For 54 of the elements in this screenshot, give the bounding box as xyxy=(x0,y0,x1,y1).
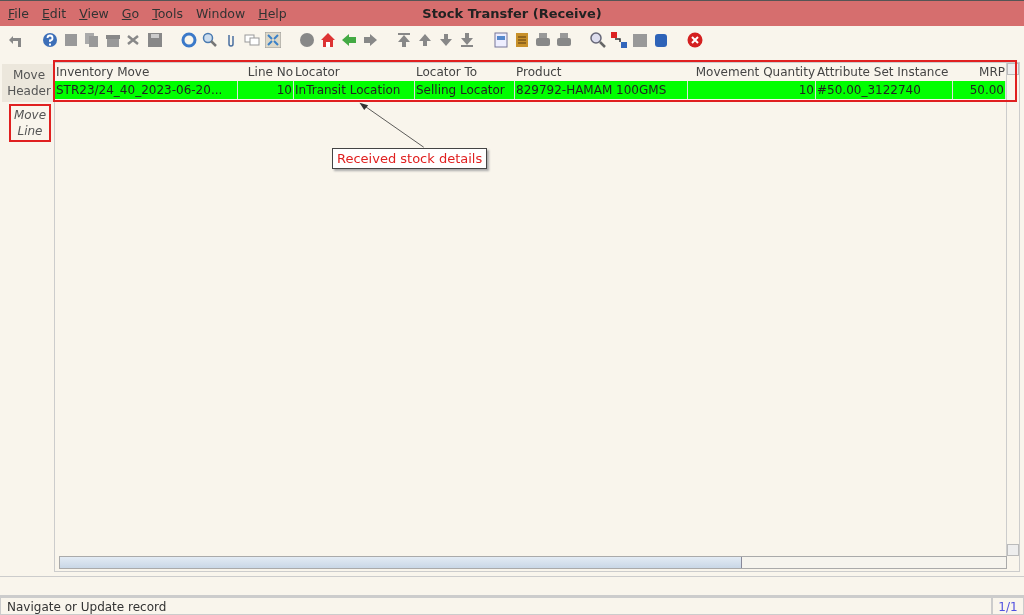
menu-item[interactable]: View xyxy=(79,6,109,21)
status-message: Navigate or Update record xyxy=(0,597,992,615)
square-icon[interactable] xyxy=(63,32,79,48)
right-arrow-icon[interactable] xyxy=(362,32,378,48)
table-cell: #50.00_3122740 xyxy=(816,81,953,99)
archive-icon[interactable] xyxy=(105,32,121,48)
record-counter: 1/1 xyxy=(992,597,1024,615)
menu-item[interactable]: Edit xyxy=(41,6,67,21)
expand-icon[interactable] xyxy=(265,32,281,48)
column-header[interactable]: Line No xyxy=(238,63,294,81)
column-header[interactable]: Product xyxy=(515,63,688,81)
first-record-icon[interactable] xyxy=(396,32,412,48)
horizontal-scrollbar[interactable] xyxy=(59,556,1007,569)
menu-item[interactable]: Help xyxy=(258,6,287,21)
table-cell: InTransit Location xyxy=(294,81,415,99)
ledger-icon[interactable] xyxy=(514,32,530,48)
window-title: Stock Transfer (Receive) xyxy=(422,6,602,21)
menu-item[interactable]: Go xyxy=(121,6,140,21)
zoom-icon[interactable] xyxy=(590,32,606,48)
left-arrow-icon[interactable] xyxy=(341,32,357,48)
table-cell: Selling Locator xyxy=(415,81,515,99)
vertical-scrollbar[interactable] xyxy=(1006,63,1019,556)
column-header[interactable]: Inventory Move xyxy=(55,63,238,81)
column-header[interactable]: Locator To xyxy=(415,63,515,81)
transfer-icon[interactable] xyxy=(611,32,627,48)
circle-icon[interactable] xyxy=(299,32,315,48)
up-arrow-icon[interactable] xyxy=(417,32,433,48)
table-cell: 829792-HAMAM 100GMS xyxy=(515,81,688,99)
menu-item[interactable]: Window xyxy=(195,6,246,21)
close-icon[interactable] xyxy=(687,32,703,48)
document-icon[interactable] xyxy=(493,32,509,48)
printer-icon[interactable] xyxy=(535,32,551,48)
table-cell: 10 xyxy=(238,81,294,99)
refresh-icon[interactable] xyxy=(181,32,197,48)
search-icon[interactable] xyxy=(202,32,218,48)
table-cell: 50.00 xyxy=(953,81,1006,99)
column-header[interactable]: Movement Quantity xyxy=(688,63,816,81)
menu-item[interactable]: Tools xyxy=(152,6,183,21)
table-cell: STR23/24_40_2023-06-20... xyxy=(55,81,238,99)
copy-icon[interactable] xyxy=(84,32,100,48)
table-cell: 10 xyxy=(688,81,816,99)
column-header[interactable]: Attribute Set Instance xyxy=(816,63,953,81)
callout-label: Received stock details xyxy=(332,148,488,169)
printer-icon[interactable] xyxy=(556,32,572,48)
tab[interactable]: Move Header xyxy=(2,64,54,102)
tab[interactable]: Move Line xyxy=(9,104,51,142)
last-record-icon[interactable] xyxy=(459,32,475,48)
down-arrow-icon[interactable] xyxy=(438,32,454,48)
column-header[interactable]: MRP xyxy=(953,63,1006,81)
column-header[interactable]: Locator xyxy=(294,63,415,81)
home-icon[interactable] xyxy=(320,32,336,48)
chat-icon[interactable] xyxy=(244,32,260,48)
menu-item[interactable]: File xyxy=(8,6,29,21)
help-icon[interactable] xyxy=(42,32,58,48)
